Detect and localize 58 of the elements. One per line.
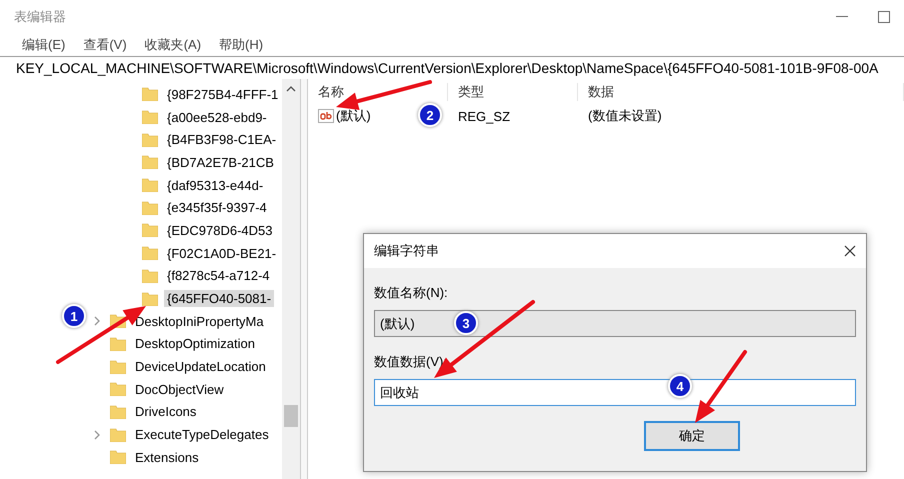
- menu-item[interactable]: 编辑(E): [20, 36, 68, 54]
- folder-icon: [142, 132, 158, 147]
- menu-item[interactable]: 收藏夹(A): [142, 36, 204, 54]
- close-icon[interactable]: [844, 245, 856, 257]
- tree-item[interactable]: {BD7A2E7B-21CB: [164, 154, 277, 171]
- address-bar[interactable]: KEY_LOCAL_MACHINE\SOFTWARE\Microsoft\Windows\CurrentVersion\Explorer\Desktop\NameSpace\{645FFO40-5081-101B-9F08-00A: [0, 56, 904, 79]
- folder-icon: [110, 360, 126, 374]
- column-header[interactable]: 类型: [448, 83, 578, 101]
- folder-icon: [142, 223, 158, 238]
- value-name: (默认): [336, 107, 371, 125]
- tree-item[interactable]: {e345f35f-9397-4: [164, 199, 270, 216]
- tree-item[interactable]: {B4FB3F98-C1EA-: [164, 131, 280, 148]
- field-label: 数值名称(N):: [374, 284, 449, 302]
- scroll-up-icon[interactable]: [286, 85, 296, 93]
- tree-item[interactable]: {F02C1A0D-BE21-: [164, 244, 280, 262]
- expand-chevron-icon[interactable]: [94, 316, 100, 326]
- step-number-badge: 1: [62, 304, 86, 328]
- folder-icon: [110, 382, 126, 396]
- maximize-icon[interactable]: [878, 11, 890, 23]
- tree-item[interactable]: {645FFO40-5081-: [164, 290, 274, 308]
- menu-item[interactable]: 帮助(H): [217, 36, 266, 54]
- column-header[interactable]: 数据: [578, 83, 904, 101]
- tree-item[interactable]: {EDC978D6-4D53: [164, 222, 276, 239]
- tree-item[interactable]: DriveIcons: [132, 403, 200, 420]
- tree-item[interactable]: {daf95313-e44d-: [164, 176, 266, 194]
- folder-icon: [110, 404, 126, 419]
- tree-item[interactable]: Extensions: [132, 448, 202, 466]
- expand-chevron-icon[interactable]: [94, 430, 100, 440]
- scrollbar[interactable]: [282, 79, 300, 479]
- tree-item[interactable]: DeviceUpdateLocation: [132, 358, 269, 376]
- tree-item[interactable]: ExecuteTypeDelegates: [132, 426, 272, 444]
- folder-icon: [142, 178, 158, 192]
- string-value-icon: [318, 108, 334, 124]
- tree-item[interactable]: {a00ee528-ebd9-: [164, 108, 270, 126]
- folder-icon: [142, 268, 158, 283]
- folder-icon: [110, 450, 126, 464]
- folder-icon: [142, 292, 158, 306]
- folder-icon: [110, 428, 126, 442]
- tree-item[interactable]: {98F275B4-4FFF-1: [164, 86, 282, 103]
- menu-item[interactable]: 查看(V): [81, 36, 129, 54]
- dialog-title: 编辑字符串: [374, 242, 439, 260]
- folder-icon: [142, 246, 158, 260]
- tree-item[interactable]: DesktopIniPropertyMa: [132, 312, 267, 330]
- folder-icon: [142, 87, 158, 102]
- ok-button[interactable]: 确定: [644, 421, 740, 451]
- value-data: (数值未设置): [587, 107, 663, 125]
- minimize-icon[interactable]: [836, 16, 848, 18]
- folder-icon: [142, 110, 158, 124]
- step-number-badge: 2: [418, 103, 442, 127]
- tree-item[interactable]: DocObjectView: [132, 380, 227, 398]
- scrollbar-thumb[interactable]: [284, 405, 298, 427]
- tree-item[interactable]: DesktopOptimization: [132, 335, 258, 352]
- tree-item[interactable]: {f8278c54-a712-4: [164, 267, 273, 284]
- window-title: 表编辑器: [14, 8, 66, 26]
- value-type: REG_SZ: [457, 108, 512, 124]
- folder-icon: [110, 336, 126, 351]
- folder-icon: [142, 200, 158, 215]
- folder-icon: [142, 155, 158, 170]
